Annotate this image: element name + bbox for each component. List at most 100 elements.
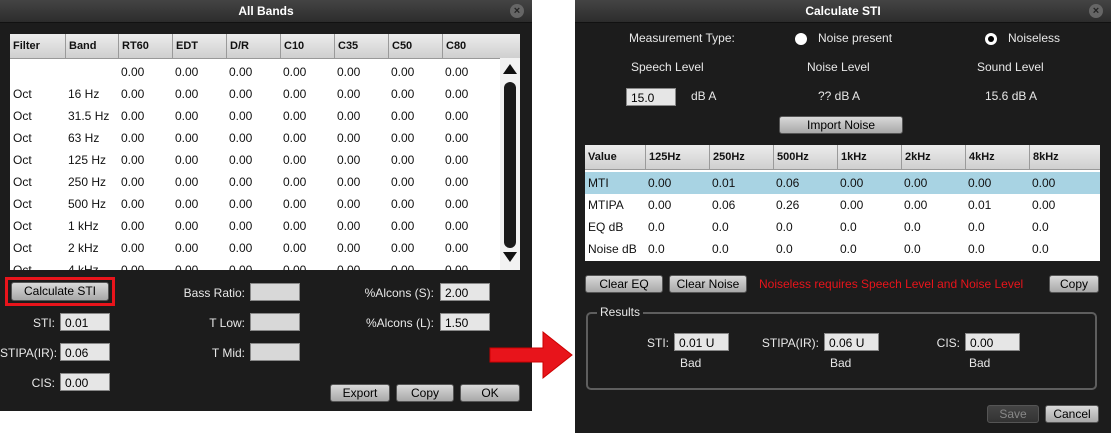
cis-field[interactable]: 0.00 xyxy=(60,373,110,391)
calculate-sti-button[interactable]: Calculate STI xyxy=(11,282,109,301)
bands-col-header[interactable]: C35 xyxy=(334,34,388,58)
sti-col-header[interactable]: Value xyxy=(585,145,645,169)
table-cell: 0.06 xyxy=(776,176,800,190)
table-cell: 0.0 xyxy=(776,220,793,234)
table-row[interactable]: MTIPA 0.00 0.06 0.26 0.00 0.00 0.01 0.00 xyxy=(585,194,1100,216)
table-row[interactable]: Oct 2 kHz 0.00 0.00 0.00 0.00 0.00 0.00 0.00 xyxy=(10,237,500,259)
table-cell: Oct xyxy=(13,263,32,270)
table-row[interactable]: Oct 1 kHz 0.00 0.00 0.00 0.00 0.00 0.00 0.00 xyxy=(10,215,500,237)
table-row[interactable]: Oct 125 Hz 0.00 0.00 0.00 0.00 0.00 0.00 0.00 xyxy=(10,149,500,171)
table-row[interactable]: Oct 4 kHz 0.00 0.00 0.00 0.00 0.00 0.00 0.00 xyxy=(10,259,500,270)
bands-col-header[interactable]: RT60 xyxy=(118,34,172,58)
radio-noiseless[interactable] xyxy=(985,33,997,45)
speech-level-input[interactable]: 15.0 xyxy=(626,88,676,106)
sound-level-value: 15.6 dB A xyxy=(985,89,1038,103)
table-row[interactable]: 0.00 0.00 0.00 0.00 0.00 0.00 0.00 xyxy=(10,61,500,83)
table-cell: 0.00 xyxy=(337,109,361,123)
table-row[interactable]: EQ dB 0.0 0.0 0.0 0.0 0.0 0.0 0.0 xyxy=(585,216,1100,238)
table-cell: 0.0 xyxy=(712,242,729,256)
table-row[interactable]: Oct 500 Hz 0.00 0.00 0.00 0.00 0.00 0.00 0.00 xyxy=(10,193,500,215)
alcons-s-field[interactable]: 2.00 xyxy=(440,283,490,301)
table-cell: 0.00 xyxy=(337,197,361,211)
result-sti-rating: Bad xyxy=(680,356,702,370)
result-stipa-field[interactable]: 0.06 U xyxy=(824,333,879,351)
result-stipa-label: STIPA(IR): xyxy=(761,336,819,350)
sti-col-header[interactable]: 250Hz xyxy=(709,145,773,169)
bass-ratio-field[interactable] xyxy=(250,283,300,301)
clear-noise-button[interactable]: Clear Noise xyxy=(669,275,747,293)
bands-table-scrollbar[interactable] xyxy=(500,58,520,270)
table-cell: MTI xyxy=(588,176,609,190)
result-sti-field[interactable]: 0.01 U xyxy=(674,333,729,351)
table-cell: 0.00 xyxy=(283,175,307,189)
table-cell: 0.00 xyxy=(904,176,928,190)
table-cell: 0.00 xyxy=(229,65,253,79)
bands-col-header[interactable]: C50 xyxy=(388,34,442,58)
clear-eq-button[interactable]: Clear EQ xyxy=(585,275,663,293)
result-stipa-rating: Bad xyxy=(830,356,852,370)
calculate-sti-titlebar: Calculate STI × xyxy=(575,0,1111,23)
table-row[interactable]: Oct 16 Hz 0.00 0.00 0.00 0.00 0.00 0.00 0.00 xyxy=(10,83,500,105)
table-cell: 0.00 xyxy=(904,198,928,212)
alcons-l-field[interactable]: 1.50 xyxy=(440,313,490,331)
radio-noise-present[interactable] xyxy=(795,33,807,45)
table-cell: 63 Hz xyxy=(68,131,100,145)
table-cell: 0.00 xyxy=(391,175,415,189)
copy-button[interactable]: Copy xyxy=(1049,275,1099,293)
table-cell: 0.00 xyxy=(337,219,361,233)
table-cell: 0.00 xyxy=(121,175,145,189)
scroll-up-icon[interactable] xyxy=(503,64,517,74)
t-low-label: T Low: xyxy=(209,316,245,330)
copy-button[interactable]: Copy xyxy=(396,384,454,402)
sti-col-header[interactable]: 500Hz xyxy=(773,145,837,169)
sti-col-header[interactable]: 1kHz xyxy=(837,145,901,169)
table-cell: 0.00 xyxy=(337,263,361,270)
table-row[interactable]: Oct 250 Hz 0.00 0.00 0.00 0.00 0.00 0.00 0.00 xyxy=(10,171,500,193)
table-row[interactable]: Oct 63 Hz 0.00 0.00 0.00 0.00 0.00 0.00 0.00 xyxy=(10,127,500,149)
import-noise-button[interactable]: Import Noise xyxy=(779,116,903,134)
all-bands-titlebar: All Bands × xyxy=(0,0,532,23)
bands-col-header[interactable]: D/R xyxy=(226,34,280,58)
table-row[interactable]: Noise dB 0.0 0.0 0.0 0.0 0.0 0.0 0.0 xyxy=(585,238,1100,260)
table-cell: 0.00 xyxy=(121,197,145,211)
radio-noise-present-label[interactable]: Noise present xyxy=(818,31,892,45)
sti-field[interactable]: 0.01 xyxy=(60,313,110,331)
bands-col-header[interactable]: EDT xyxy=(172,34,226,58)
bands-col-header[interactable]: Filter xyxy=(10,34,65,58)
ok-button[interactable]: OK xyxy=(460,384,520,402)
sti-col-header[interactable]: 4kHz xyxy=(965,145,1029,169)
right-arrow-icon xyxy=(489,330,573,380)
stipa-field[interactable]: 0.06 xyxy=(60,343,110,361)
bands-col-header[interactable]: C80 xyxy=(442,34,498,58)
table-cell: 0.00 xyxy=(391,131,415,145)
cancel-button[interactable]: Cancel xyxy=(1045,405,1099,423)
sti-col-header[interactable]: 8kHz xyxy=(1029,145,1093,169)
save-button[interactable]: Save xyxy=(987,405,1039,423)
export-button[interactable]: Export xyxy=(330,384,390,402)
bands-col-header[interactable]: Band xyxy=(65,34,118,58)
bands-col-header[interactable]: C10 xyxy=(280,34,334,58)
scroll-down-icon[interactable] xyxy=(503,252,517,262)
sti-label: STI: xyxy=(32,316,55,330)
sti-col-header[interactable]: 2kHz xyxy=(901,145,965,169)
sti-col-header[interactable]: 125Hz xyxy=(645,145,709,169)
close-icon[interactable]: × xyxy=(1089,4,1103,18)
table-cell: 4 kHz xyxy=(68,263,99,270)
table-cell: 0.0 xyxy=(1032,220,1049,234)
table-cell: 0.00 xyxy=(121,87,145,101)
table-cell: 0.00 xyxy=(175,219,199,233)
noise-level-label: Noise Level xyxy=(807,60,870,74)
table-row[interactable]: Oct 31.5 Hz 0.00 0.00 0.00 0.00 0.00 0.00 0.00 xyxy=(10,105,500,127)
table-cell: 0.00 xyxy=(229,87,253,101)
table-cell: 0.00 xyxy=(121,219,145,233)
table-row[interactable]: MTI 0.00 0.01 0.06 0.00 0.00 0.00 0.00 xyxy=(585,172,1100,194)
scroll-thumb[interactable] xyxy=(504,82,516,248)
t-mid-field[interactable] xyxy=(250,343,300,361)
table-cell: 0.00 xyxy=(840,198,864,212)
radio-noiseless-label[interactable]: Noiseless xyxy=(1008,31,1060,45)
t-low-field[interactable] xyxy=(250,313,300,331)
result-cis-field[interactable]: 0.00 xyxy=(965,333,1020,351)
table-cell: 31.5 Hz xyxy=(68,109,110,123)
close-icon[interactable]: × xyxy=(510,4,524,18)
table-cell: 0.00 xyxy=(337,87,361,101)
